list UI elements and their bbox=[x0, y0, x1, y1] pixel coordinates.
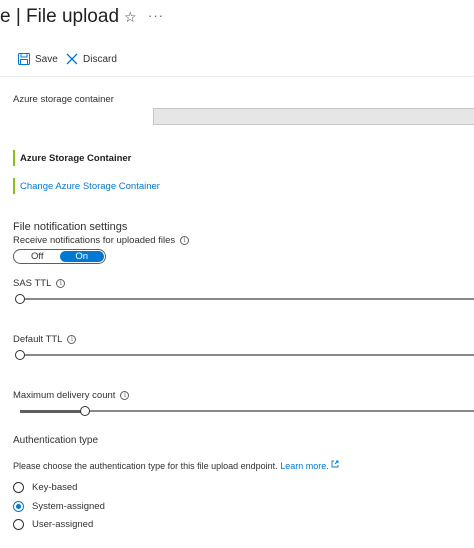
toggle-off-option[interactable]: Off bbox=[15, 251, 60, 262]
storage-container-label: Azure storage container bbox=[13, 94, 114, 105]
more-options-icon[interactable]: ··· bbox=[148, 8, 164, 23]
sas-ttl-slider-thumb[interactable] bbox=[15, 294, 25, 304]
info-icon[interactable]: i bbox=[180, 236, 190, 245]
storage-container-input bbox=[153, 108, 474, 125]
receive-notifications-label: Receive notifications for uploaded files… bbox=[13, 235, 190, 246]
authentication-type-title: Authentication type bbox=[13, 435, 99, 446]
sas-ttl-slider-track[interactable] bbox=[20, 298, 474, 300]
radio-key-based-label: Key-based bbox=[32, 482, 78, 493]
page-title: e | File upload bbox=[0, 6, 120, 27]
info-icon[interactable]: i bbox=[120, 391, 130, 400]
max-delivery-slider-fill bbox=[20, 410, 85, 413]
radio-system-assigned-label: System-assigned bbox=[32, 501, 105, 512]
toolbar-divider bbox=[0, 76, 474, 77]
info-icon[interactable]: i bbox=[56, 279, 66, 288]
radio-key-based[interactable]: Key-based bbox=[13, 482, 77, 493]
file-notification-settings-title: File notification settings bbox=[13, 221, 128, 233]
max-delivery-count-text: Maximum delivery count bbox=[13, 390, 116, 401]
radio-user-assigned-label: User-assigned bbox=[32, 519, 94, 530]
sas-ttl-label: SAS TTL i bbox=[13, 278, 66, 289]
radio-user-assigned[interactable]: User-assigned bbox=[13, 519, 93, 530]
notifications-toggle[interactable]: Off On bbox=[13, 249, 106, 264]
toggle-on-option[interactable]: On bbox=[59, 251, 104, 262]
save-label: Save bbox=[35, 53, 58, 65]
favorite-star-icon[interactable]: ☆ bbox=[124, 9, 137, 26]
external-link-icon bbox=[331, 460, 339, 468]
default-ttl-text: Default TTL bbox=[13, 334, 63, 345]
change-storage-container-link[interactable]: Change Azure Storage Container bbox=[13, 178, 160, 194]
learn-more-link[interactable]: Learn more. bbox=[280, 461, 329, 471]
default-ttl-label: Default TTL i bbox=[13, 334, 77, 345]
authentication-description-text: Please choose the authentication type fo… bbox=[13, 461, 278, 471]
radio-circle[interactable] bbox=[13, 482, 24, 493]
discard-button[interactable]: Discard bbox=[66, 53, 117, 65]
max-delivery-slider-thumb[interactable] bbox=[80, 406, 90, 416]
discard-label: Discard bbox=[83, 53, 117, 65]
radio-circle[interactable] bbox=[13, 519, 24, 530]
receive-notifications-text: Receive notifications for uploaded files bbox=[13, 235, 176, 246]
save-button[interactable]: Save bbox=[18, 53, 58, 65]
close-icon bbox=[66, 53, 78, 65]
authentication-description: Please choose the authentication type fo… bbox=[13, 460, 339, 471]
max-delivery-count-label: Maximum delivery count i bbox=[13, 390, 130, 401]
default-ttl-slider-thumb[interactable] bbox=[15, 350, 25, 360]
sas-ttl-text: SAS TTL bbox=[13, 278, 52, 289]
default-ttl-slider-track[interactable] bbox=[20, 354, 474, 356]
storage-container-block-title: Azure Storage Container bbox=[13, 150, 131, 166]
radio-system-assigned[interactable]: System-assigned bbox=[13, 501, 105, 512]
save-icon bbox=[18, 53, 30, 65]
radio-circle-checked[interactable] bbox=[13, 501, 24, 512]
info-icon[interactable]: i bbox=[67, 335, 77, 344]
